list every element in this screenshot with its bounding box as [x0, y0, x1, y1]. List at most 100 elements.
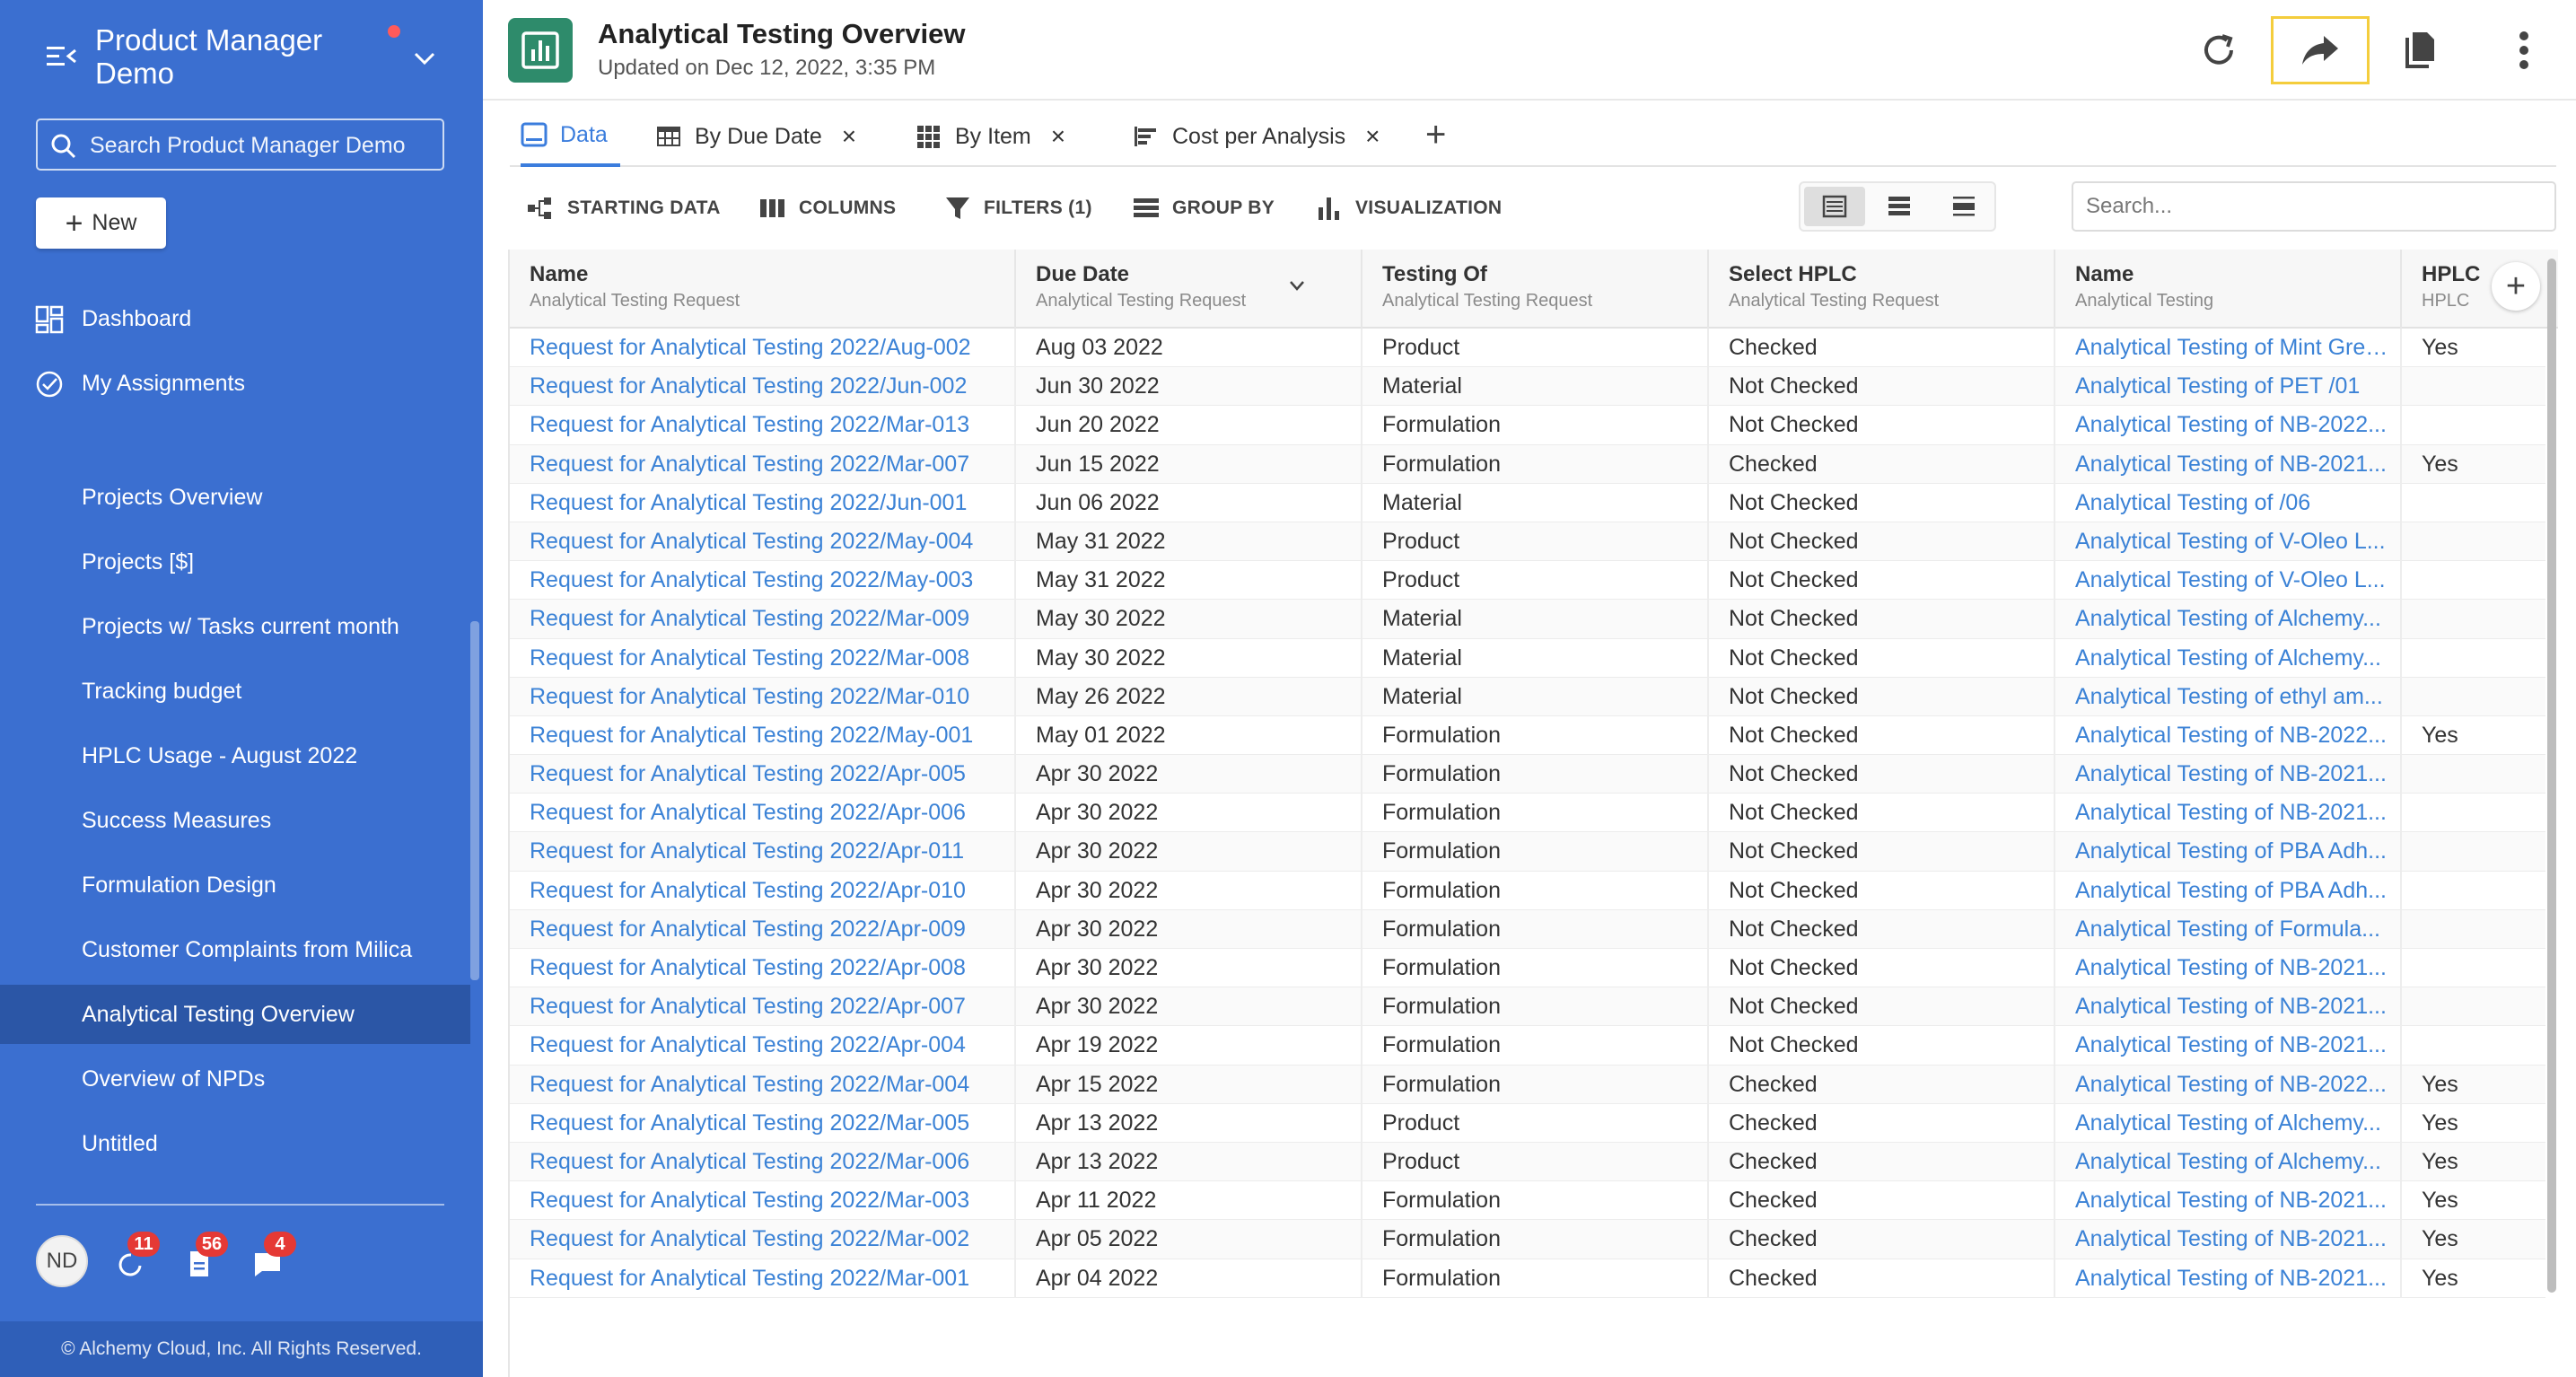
request-name-cell[interactable]: Request for Analytical Testing 2022/Apr-…: [510, 794, 1016, 833]
table-row[interactable]: Request for Analytical Testing 2022/Jun-…: [510, 483, 2545, 522]
density-standard-button[interactable]: [1869, 187, 1930, 226]
table-row[interactable]: Request for Analytical Testing 2022/Mar-…: [510, 1220, 2545, 1259]
testing-name-cell[interactable]: Analytical Testing of NB-2021...: [2055, 987, 2402, 1027]
testing-name-cell[interactable]: Analytical Testing of Formula...: [2055, 909, 2402, 949]
testing-name-cell[interactable]: Analytical Testing of NB-2021...: [2055, 1220, 2402, 1259]
testing-name-cell[interactable]: Analytical Testing of V-Oleo L...: [2055, 561, 2402, 601]
testing-name-cell[interactable]: Analytical Testing of Alchemy...: [2055, 1142, 2402, 1181]
testing-name-cell[interactable]: Analytical Testing of PBA Adh...: [2055, 871, 2402, 910]
table-row[interactable]: Request for Analytical Testing 2022/Mar-…: [510, 1103, 2545, 1143]
new-button[interactable]: + New: [36, 197, 166, 249]
table-row[interactable]: Request for Analytical Testing 2022/Mar-…: [510, 1142, 2545, 1182]
sidebar-report-item[interactable]: Tracking budget: [0, 662, 470, 721]
table-row[interactable]: Request for Analytical Testing 2022/May-…: [510, 715, 2545, 756]
column-header[interactable]: Due Date Analytical Testing Request: [1016, 250, 1362, 329]
table-row[interactable]: Request for Analytical Testing 2022/Aug-…: [510, 329, 2545, 368]
request-name-cell[interactable]: Request for Analytical Testing 2022/Apr-…: [510, 832, 1016, 872]
sidebar-report-item[interactable]: Projects Overview: [0, 468, 470, 527]
request-name-cell[interactable]: Request for Analytical Testing 2022/Apr-…: [510, 987, 1016, 1027]
request-name-cell[interactable]: Request for Analytical Testing 2022/Mar-…: [510, 406, 1016, 445]
testing-name-cell[interactable]: Analytical Testing of PET /01: [2055, 367, 2402, 407]
request-name-cell[interactable]: Request for Analytical Testing 2022/Mar-…: [510, 638, 1016, 678]
sidebar-item-dashboard[interactable]: Dashboard: [0, 289, 470, 348]
testing-name-cell[interactable]: Analytical Testing of NB-2021...: [2055, 794, 2402, 833]
density-compact-button[interactable]: [1804, 187, 1865, 226]
table-row[interactable]: Request for Analytical Testing 2022/May-…: [510, 522, 2545, 562]
table-row[interactable]: Request for Analytical Testing 2022/Apr-…: [510, 755, 2545, 794]
table-row[interactable]: Request for Analytical Testing 2022/Mar-…: [510, 677, 2545, 716]
message-notifications[interactable]: 4: [250, 1232, 296, 1282]
testing-name-cell[interactable]: Analytical Testing of NB-2021...: [2055, 444, 2402, 484]
avatar[interactable]: ND: [36, 1235, 88, 1287]
tab-by-due-date[interactable]: By Due Date ×: [655, 106, 856, 167]
testing-name-cell[interactable]: Analytical Testing of NB-2022...: [2055, 715, 2402, 755]
column-header[interactable]: Name Analytical Testing: [2055, 250, 2402, 329]
group-by-button[interactable]: GROUP BY: [1133, 190, 1275, 226]
add-tab-button[interactable]: +: [1425, 115, 1446, 155]
testing-name-cell[interactable]: Analytical Testing of NB-2021...: [2055, 1181, 2402, 1221]
request-name-cell[interactable]: Request for Analytical Testing 2022/Mar-…: [510, 1142, 1016, 1181]
testing-name-cell[interactable]: Analytical Testing of NB-2021...: [2055, 1259, 2402, 1298]
sidebar-search-input[interactable]: [90, 129, 431, 162]
table-row[interactable]: Request for Analytical Testing 2022/Mar-…: [510, 1259, 2545, 1298]
sidebar-item-my-assignments[interactable]: My Assignments: [0, 354, 470, 413]
testing-name-cell[interactable]: Analytical Testing of /06: [2055, 483, 2402, 522]
sidebar-report-item[interactable]: HPLC Usage - August 2022: [0, 726, 470, 785]
tab-by-item[interactable]: By Item ×: [916, 106, 1065, 167]
request-name-cell[interactable]: Request for Analytical Testing 2022/Mar-…: [510, 1103, 1016, 1143]
sidebar-search[interactable]: [36, 118, 444, 171]
table-row[interactable]: Request for Analytical Testing 2022/Mar-…: [510, 1065, 2545, 1104]
table-row[interactable]: Request for Analytical Testing 2022/Apr-…: [510, 1026, 2545, 1066]
sort-descending-icon[interactable]: [1287, 276, 1307, 294]
request-name-cell[interactable]: Request for Analytical Testing 2022/May-…: [510, 522, 1016, 561]
share-button[interactable]: [2271, 16, 2370, 84]
grid-scrollbar[interactable]: [2547, 259, 2556, 1293]
testing-name-cell[interactable]: Analytical Testing of ethyl am...: [2055, 677, 2402, 716]
testing-name-cell[interactable]: Analytical Testing of Alchemy...: [2055, 1103, 2402, 1143]
sidebar-report-item[interactable]: Customer Complaints from Milica: [0, 920, 470, 979]
table-row[interactable]: Request for Analytical Testing 2022/Apr-…: [510, 871, 2545, 910]
testing-name-cell[interactable]: Analytical Testing of Alchemy...: [2055, 600, 2402, 639]
request-name-cell[interactable]: Request for Analytical Testing 2022/Mar-…: [510, 1220, 1016, 1259]
sidebar-report-item[interactable]: Formulation Design: [0, 855, 470, 915]
workspace-header[interactable]: Product Manager Demo: [0, 0, 483, 99]
request-name-cell[interactable]: Request for Analytical Testing 2022/Apr-…: [510, 1026, 1016, 1066]
testing-name-cell[interactable]: Analytical Testing of NB-2021...: [2055, 1026, 2402, 1066]
sidebar-report-item[interactable]: Success Measures: [0, 791, 470, 850]
request-name-cell[interactable]: Request for Analytical Testing 2022/Apr-…: [510, 755, 1016, 794]
table-row[interactable]: Request for Analytical Testing 2022/Mar-…: [510, 1181, 2545, 1221]
close-icon[interactable]: ×: [1051, 122, 1065, 151]
activity-notifications[interactable]: 11: [113, 1232, 160, 1282]
table-row[interactable]: Request for Analytical Testing 2022/Mar-…: [510, 406, 2545, 445]
tab-data[interactable]: Data: [521, 106, 620, 167]
close-icon[interactable]: ×: [842, 122, 856, 151]
testing-name-cell[interactable]: Analytical Testing of NB-2022...: [2055, 406, 2402, 445]
table-row[interactable]: Request for Analytical Testing 2022/Mar-…: [510, 638, 2545, 678]
starting-data-button[interactable]: STARTING DATA: [526, 190, 721, 226]
request-name-cell[interactable]: Request for Analytical Testing 2022/Apr-…: [510, 871, 1016, 910]
testing-name-cell[interactable]: Analytical Testing of Alchemy...: [2055, 638, 2402, 678]
table-row[interactable]: Request for Analytical Testing 2022/Apr-…: [510, 987, 2545, 1027]
table-row[interactable]: Request for Analytical Testing 2022/May-…: [510, 561, 2545, 601]
table-row[interactable]: Request for Analytical Testing 2022/Apr-…: [510, 832, 2545, 872]
sidebar-report-item[interactable]: Overview of NPDs: [0, 1049, 470, 1109]
sidebar-scrollbar[interactable]: [470, 621, 479, 980]
tab-cost-per-analysis[interactable]: Cost per Analysis ×: [1133, 106, 1380, 167]
request-name-cell[interactable]: Request for Analytical Testing 2022/Mar-…: [510, 1181, 1016, 1221]
table-row[interactable]: Request for Analytical Testing 2022/Apr-…: [510, 794, 2545, 833]
filters-button[interactable]: FILTERS (1): [944, 190, 1092, 226]
refresh-button[interactable]: [2185, 16, 2253, 84]
testing-name-cell[interactable]: Analytical Testing of V-Oleo L...: [2055, 522, 2402, 561]
column-header[interactable]: Select HPLC Analytical Testing Request: [1709, 250, 2055, 329]
table-row[interactable]: Request for Analytical Testing 2022/Jun-…: [510, 367, 2545, 407]
table-row[interactable]: Request for Analytical Testing 2022/Mar-…: [510, 444, 2545, 484]
chevron-down-icon[interactable]: [411, 47, 438, 70]
close-icon[interactable]: ×: [1365, 122, 1380, 151]
request-name-cell[interactable]: Request for Analytical Testing 2022/Mar-…: [510, 1259, 1016, 1298]
request-name-cell[interactable]: Request for Analytical Testing 2022/Jun-…: [510, 483, 1016, 522]
request-name-cell[interactable]: Request for Analytical Testing 2022/May-…: [510, 561, 1016, 601]
request-name-cell[interactable]: Request for Analytical Testing 2022/Aug-…: [510, 329, 1016, 367]
testing-name-cell[interactable]: Analytical Testing of PBA Adh...: [2055, 832, 2402, 872]
density-comfortable-button[interactable]: [1933, 187, 1994, 226]
testing-name-cell[interactable]: Analytical Testing of Mint Green...: [2055, 329, 2402, 367]
